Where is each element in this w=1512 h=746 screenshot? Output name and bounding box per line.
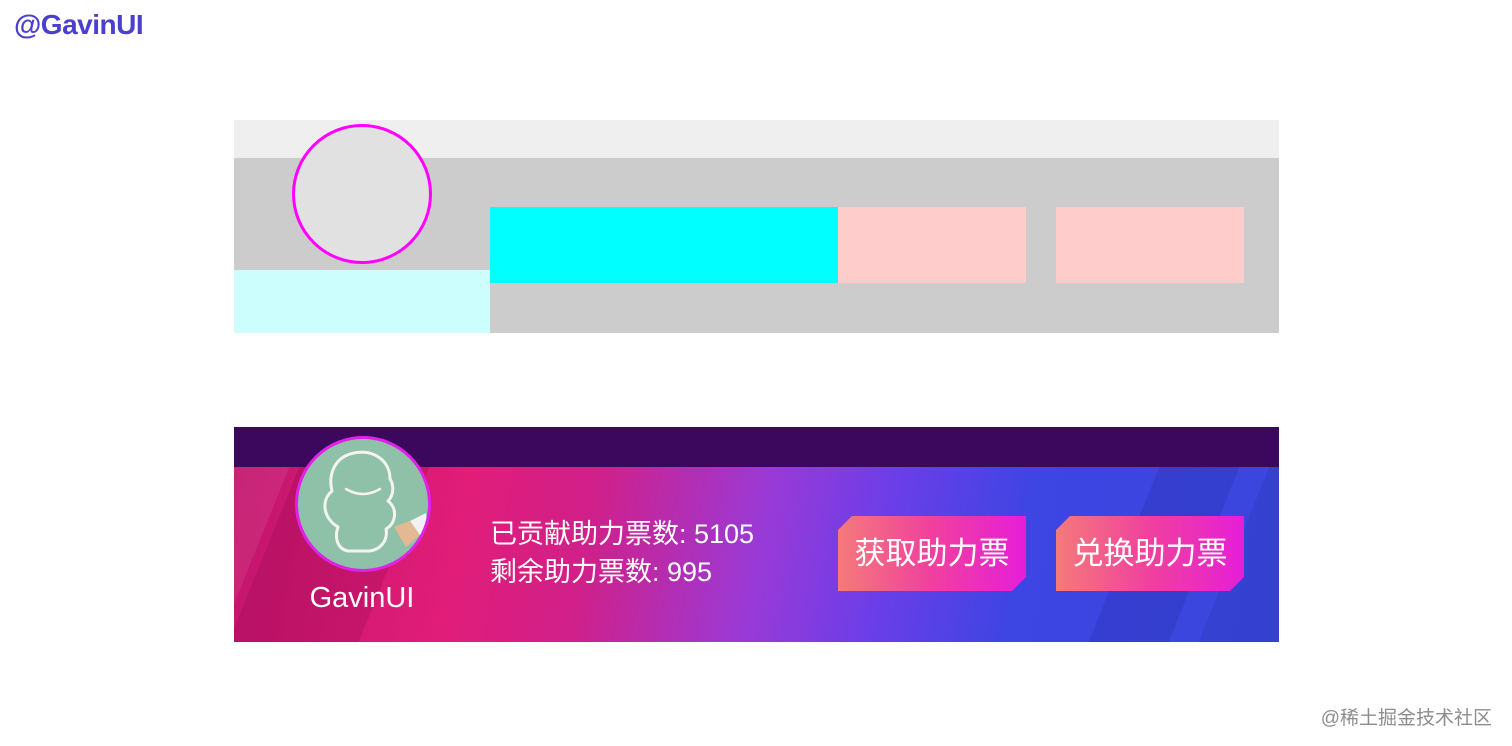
wireframe-panel [234,120,1279,333]
vote-stats: 已贡献助力票数: 5105 剩余助力票数: 995 [490,515,754,591]
get-votes-button[interactable]: 获取助力票 [838,516,1026,591]
avatar[interactable] [295,436,431,572]
wireframe-button-placeholder-2 [1056,207,1244,283]
wireframe-info-block [490,207,838,283]
exchange-votes-button[interactable]: 兑换助力票 [1056,516,1244,591]
remaining-votes-text: 剩余助力票数: 995 [490,557,713,587]
contributed-votes-text: 已贡献助力票数: 5105 [490,519,755,549]
user-vote-panel: GavinUI 已贡献助力票数: 5105 剩余助力票数: 995 获取助力票 … [234,427,1279,642]
user-name: GavinUI [309,582,415,614]
watermark-text: @稀土掘金技术社区 [1320,708,1492,729]
wireframe-button-placeholder-1 [838,207,1026,283]
wireframe-avatar-placeholder [292,124,432,264]
author-handle: @GavinUI [14,9,144,40]
wireframe-name-block [234,270,490,333]
qq-penguin-chalk-icon [323,450,428,553]
